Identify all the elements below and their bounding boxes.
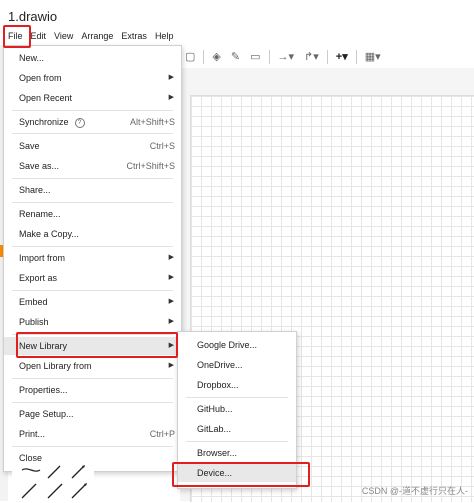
menu-separator — [12, 378, 173, 379]
menu-separator — [12, 402, 173, 403]
menu-item-save-as[interactable]: Save as... Ctrl+Shift+S — [4, 157, 181, 175]
library-gitlab[interactable]: GitLab... — [178, 420, 296, 438]
menu-separator — [186, 441, 288, 442]
table-icon[interactable]: ▦▾ — [365, 46, 381, 68]
shapes-panel-bottom — [12, 464, 94, 501]
library-onedrive[interactable]: OneDrive... — [178, 356, 296, 374]
library-github[interactable]: GitHub... — [178, 400, 296, 418]
menu-item-export-as[interactable]: Export as ▶ — [4, 269, 181, 287]
file-menu: New... Open from ▶ Open Recent ▶ Synchroni… — [3, 45, 182, 472]
highlight-new-library — [16, 332, 178, 358]
toolbar-separator — [203, 50, 205, 64]
library-google-drive[interactable]: Google Drive... — [178, 336, 296, 354]
menu-item-synchronize[interactable]: Synchronize? Alt+Shift+S — [4, 113, 181, 131]
watermark: CSDN @-道不虚行只在人- — [361, 486, 468, 496]
menu-item-make-copy[interactable]: Make a Copy... — [4, 225, 181, 243]
menu-separator — [186, 397, 288, 398]
menu-item-publish[interactable]: Publish ▶ — [4, 313, 181, 331]
menu-separator — [12, 290, 173, 291]
waypoints-icon[interactable]: ↱▾ — [304, 46, 319, 68]
menu-item-page-setup[interactable]: Page Setup... — [4, 405, 181, 423]
menu-item-share[interactable]: Share... — [4, 181, 181, 199]
library-browser[interactable]: Browser... — [178, 444, 296, 462]
menu-item-properties[interactable]: Properties... — [4, 381, 181, 399]
submenu-arrow-icon: ▶ — [168, 318, 174, 325]
shadow-icon[interactable]: ▭ — [250, 46, 260, 68]
toolbar: ▢ ◈ ✎ ▭ →▾ ↱▾ +▾ ▦▾ — [180, 46, 474, 68]
menu-item-new[interactable]: New... — [4, 49, 181, 67]
connection-icon[interactable]: →▾ — [278, 46, 295, 68]
submenu-arrow-icon: ▶ — [168, 362, 174, 369]
menu-item-open-recent[interactable]: Open Recent ▶ — [4, 89, 181, 107]
help-icon[interactable]: ? — [74, 117, 85, 128]
menu-item-open-library-from[interactable]: Open Library from ▶ — [4, 357, 181, 375]
submenu-arrow-icon: ▶ — [168, 74, 174, 81]
menu-item-embed[interactable]: Embed ▶ — [4, 293, 181, 311]
fill-color-icon[interactable]: ◈ — [212, 46, 220, 68]
menu-view[interactable]: View — [50, 27, 77, 45]
menu-item-print[interactable]: Print... Ctrl+P — [4, 425, 181, 443]
submenu-arrow-icon: ▶ — [168, 274, 174, 281]
menu-item-save[interactable]: Save Ctrl+S — [4, 137, 181, 155]
menu-help[interactable]: Help — [151, 27, 178, 45]
menu-separator — [12, 246, 173, 247]
toolbar-separator — [355, 50, 357, 64]
menu-item-open-from[interactable]: Open from ▶ — [4, 69, 181, 87]
line-color-icon[interactable]: ✎ — [231, 46, 240, 68]
highlight-file-menu — [3, 25, 31, 48]
menu-item-rename[interactable]: Rename... — [4, 205, 181, 223]
menu-separator — [12, 110, 173, 111]
menu-separator — [12, 446, 173, 447]
highlight-device — [172, 462, 310, 487]
submenu-arrow-icon: ▶ — [168, 254, 174, 261]
menu-separator — [12, 133, 173, 134]
submenu-arrow-icon: ▶ — [168, 298, 174, 305]
submenu-arrow-icon: ▶ — [168, 94, 174, 101]
menu-arrange[interactable]: Arrange — [77, 27, 117, 45]
toolbar-separator — [268, 50, 270, 64]
document-title: 1.drawio — [8, 9, 58, 24]
connector-shapes — [21, 465, 87, 499]
menu-separator — [12, 178, 173, 179]
menu-separator — [12, 202, 173, 203]
toolbar-separator — [326, 50, 328, 64]
to-back-icon[interactable]: ▢ — [185, 46, 195, 68]
menu-item-import-from[interactable]: Import from ▶ — [4, 249, 181, 267]
library-dropbox[interactable]: Dropbox... — [178, 376, 296, 394]
insert-icon[interactable]: +▾ — [336, 46, 348, 68]
menu-extras[interactable]: Extras — [117, 27, 151, 45]
